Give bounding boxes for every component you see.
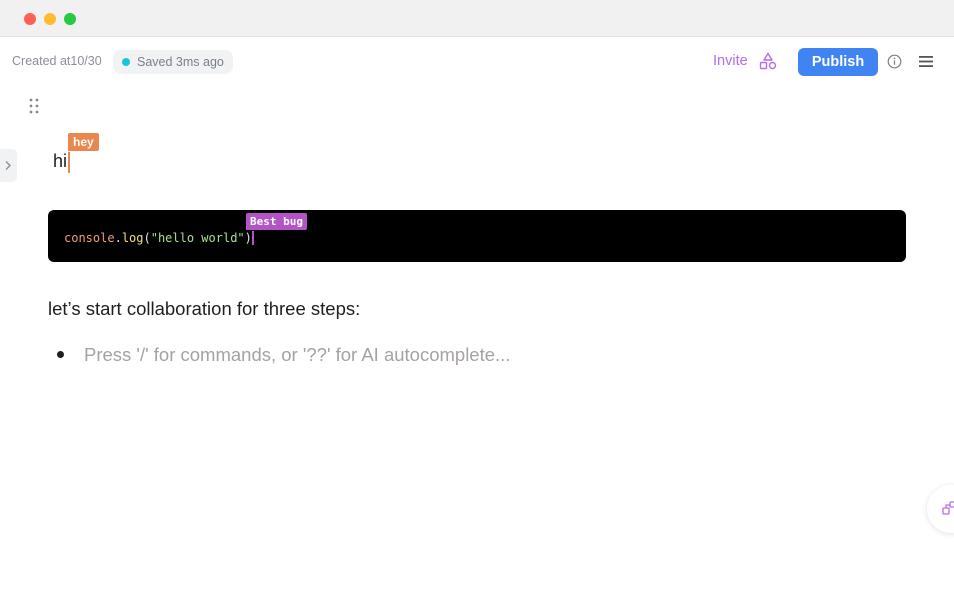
code-block[interactable]: console.log("hello world") bbox=[48, 210, 906, 262]
maximize-window-button[interactable] bbox=[64, 13, 76, 25]
code-string: "hello world" bbox=[150, 231, 245, 245]
bullet-marker bbox=[57, 351, 64, 358]
code-paren-close: ) bbox=[244, 231, 252, 245]
code-line: console.log("hello world") bbox=[64, 231, 254, 245]
created-date: Created at10/30 bbox=[12, 54, 102, 68]
floating-action-button[interactable] bbox=[927, 485, 954, 533]
code-paren-open: ( bbox=[143, 231, 151, 245]
collaborator-cursor-hey bbox=[68, 152, 70, 173]
collaborator-label-hey: hey bbox=[68, 133, 99, 151]
info-icon[interactable] bbox=[887, 54, 902, 69]
document-header: Created at10/30 Saved 3ms ago Invite Pub… bbox=[0, 38, 954, 84]
minimize-window-button[interactable] bbox=[44, 13, 56, 25]
window-titlebar bbox=[0, 0, 954, 37]
invite-button[interactable]: Invite bbox=[713, 53, 748, 69]
menu-icon[interactable] bbox=[919, 55, 933, 68]
code-method: log bbox=[121, 231, 144, 245]
collaborator-label-best-bug: Best bug bbox=[246, 213, 307, 230]
publish-button[interactable]: Publish bbox=[798, 48, 878, 76]
save-status-badge: Saved 3ms ago bbox=[113, 50, 233, 74]
saved-indicator-dot bbox=[122, 58, 130, 66]
code-object: console bbox=[64, 231, 115, 245]
code-dot: . bbox=[114, 231, 122, 245]
close-window-button[interactable] bbox=[24, 13, 36, 25]
paragraph-text[interactable]: let’s start collaboration for three step… bbox=[48, 298, 360, 320]
text-line-hi[interactable]: hi bbox=[53, 151, 67, 172]
drag-handle-icon[interactable] bbox=[29, 98, 39, 114]
bullet-placeholder[interactable]: Press '/' for commands, or '??' for AI a… bbox=[84, 344, 510, 366]
sidebar-toggle-button[interactable] bbox=[0, 149, 17, 182]
save-status-text: Saved 3ms ago bbox=[137, 55, 224, 69]
chevron-right-icon bbox=[5, 161, 11, 170]
shapes-icon[interactable] bbox=[759, 52, 777, 70]
collaborator-cursor-best-bug bbox=[251, 231, 254, 245]
flow-icon bbox=[942, 501, 954, 515]
